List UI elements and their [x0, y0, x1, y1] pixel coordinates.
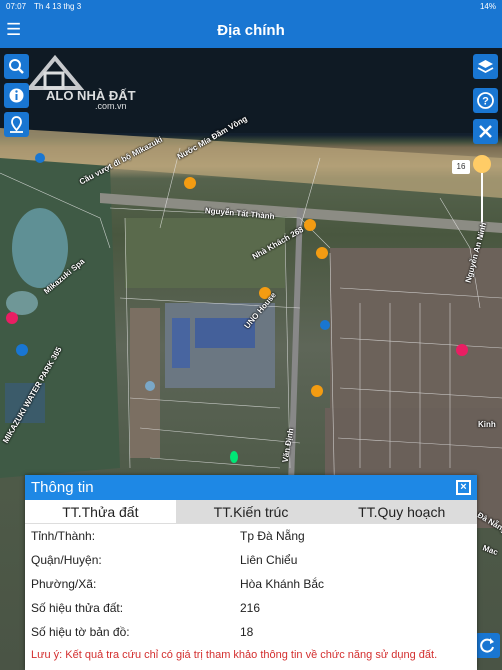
info-row: Tỉnh/Thành: Tp Đà Nẵng	[25, 524, 477, 548]
status-battery: 14%	[479, 2, 496, 11]
row-value: Liên Chiểu	[240, 553, 298, 567]
search-icon[interactable]	[4, 54, 29, 79]
zoom-value: 16	[452, 160, 470, 174]
disclaimer-note: Lưu ý: Kết quả tra cứu chỉ có giá trị th…	[31, 649, 438, 661]
info-row: Số hiệu thửa đất: 216	[25, 596, 477, 620]
info-panel-title: Thông tin	[31, 479, 94, 496]
svg-text:?: ?	[482, 96, 489, 108]
row-key: Quận/Huyện:	[31, 553, 102, 567]
row-key: Số hiệu thửa đất:	[31, 601, 124, 615]
app-bar: ☰ Địa chính	[0, 13, 502, 48]
help-icon[interactable]: ?	[473, 88, 498, 113]
location-icon[interactable]	[4, 112, 29, 137]
row-value: Tp Đà Nẵng	[240, 529, 305, 543]
info-row: Số hiệu tờ bản đồ: 18	[25, 620, 477, 644]
tab-quy-hoach[interactable]: TT.Quy hoạch	[326, 500, 478, 523]
status-time: 07:07	[6, 2, 27, 11]
info-panel-header: Thông tin ×	[25, 475, 477, 500]
info-row: Phường/Xã: Hòa Khánh Bắc	[25, 572, 477, 596]
tab-kien-truc[interactable]: TT.Kiến trúc	[175, 500, 327, 523]
tab-thua-dat[interactable]: TT.Thửa đất	[25, 500, 176, 523]
row-key: Số hiệu tờ bản đồ:	[31, 625, 130, 639]
map-label: Kinh	[478, 420, 496, 429]
zoom-slider-handle[interactable]	[473, 155, 491, 173]
info-tabs: TT.Thửa đất TT.Kiến trúc TT.Quy hoạch	[25, 500, 478, 524]
tools-icon[interactable]	[473, 119, 498, 144]
info-icon[interactable]	[4, 83, 29, 108]
row-key: Phường/Xã:	[31, 577, 97, 591]
row-key: Tỉnh/Thành:	[31, 529, 96, 543]
info-row: Quận/Huyện: Liên Chiểu	[25, 548, 477, 572]
status-date: Th 4 13 thg 3	[34, 2, 82, 11]
svg-text:.com.vn: .com.vn	[95, 101, 127, 110]
row-value: 216	[240, 601, 261, 615]
app-title: Địa chính	[217, 22, 285, 39]
status-bar: 07:07 Th 4 13 thg 3 14%	[0, 0, 502, 13]
refresh-icon[interactable]	[475, 633, 500, 658]
layers-icon[interactable]	[473, 54, 498, 79]
close-icon[interactable]: ×	[456, 480, 471, 495]
row-value: 18	[240, 625, 254, 639]
info-panel: Thông tin × TT.Thửa đất TT.Kiến trúc TT.…	[25, 475, 478, 670]
row-value: Hòa Khánh Bắc	[240, 577, 325, 591]
